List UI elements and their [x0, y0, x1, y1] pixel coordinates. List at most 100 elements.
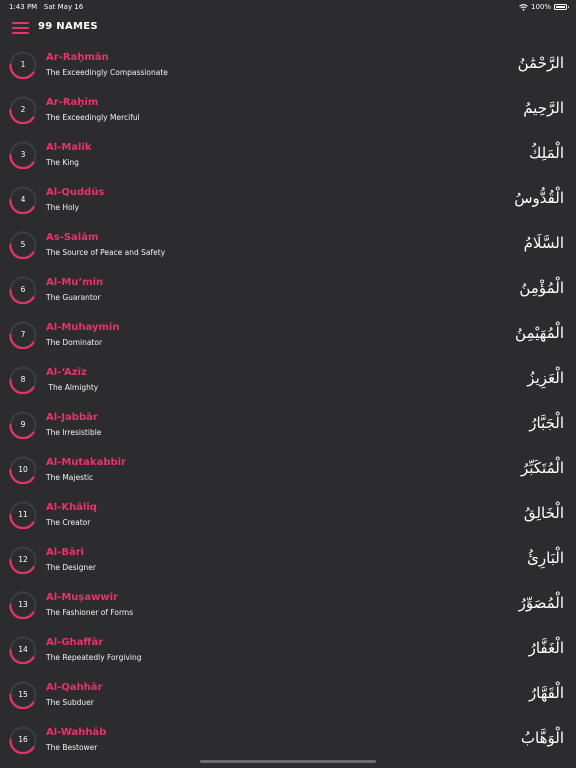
list-item[interactable]: 3 Al-Malik The King الْمَلِكُ: [0, 132, 576, 177]
name-number: 3: [20, 150, 26, 159]
name-meaning: The Holy: [46, 203, 80, 212]
name-number: 15: [18, 690, 28, 699]
name-number: 14: [18, 645, 28, 654]
name-number: 4: [20, 195, 26, 204]
status-date: Sat May 16: [43, 3, 84, 11]
arabic-calligraphy: الْقَهَّارُ: [528, 684, 564, 702]
name-meaning: The Fashioner of Forms: [46, 608, 134, 617]
name-number: 9: [20, 420, 26, 429]
number-ring-icon: 13: [9, 591, 37, 619]
name-meaning: The Exceedingly Compassionate: [46, 68, 168, 77]
number-ring-icon: 3: [9, 141, 37, 169]
battery-percent: 100%: [530, 3, 551, 11]
arabic-calligraphy: الرَّحْمَٰنُ: [517, 54, 564, 72]
name-transliteration: Al-Qahhār: [46, 682, 103, 693]
name-meaning: The King: [46, 158, 79, 167]
name-number: 16: [18, 735, 28, 744]
name-meaning: The Source of Peace and Safety: [46, 248, 166, 257]
number-ring-icon: 11: [9, 501, 37, 529]
number-ring-icon: 6: [9, 276, 37, 304]
name-meaning: The Designer: [46, 563, 96, 572]
list-item[interactable]: 16 Al-Wahhāb The Bestower الْوَهَّابُ: [0, 717, 576, 762]
name-transliteration: As-Salām: [46, 232, 99, 243]
name-transliteration: Ar-Raḥīm: [46, 97, 99, 108]
name-transliteration: Al-Quddūs: [46, 187, 105, 198]
name-meaning: The Majestic: [46, 473, 94, 482]
list-item[interactable]: 7 Al-Muhaymin The Dominator الْمُهَيْمِنُ: [0, 312, 576, 357]
number-ring-icon: 1: [9, 51, 37, 79]
list-item[interactable]: 12 Al-Bāri The Designer الْبَارِئُ: [0, 537, 576, 582]
list-item[interactable]: 15 Al-Qahhār The Subduer الْقَهَّارُ: [0, 672, 576, 717]
name-transliteration: Al-Mu’min: [46, 277, 104, 288]
status-time: 1:43 PM Sat May 16: [9, 3, 83, 11]
hamburger-menu-icon[interactable]: [12, 22, 29, 34]
list-item[interactable]: 13 Al-Muṣawwir The Fashioner of Forms الْمُ…: [0, 582, 576, 627]
name-number: 8: [20, 375, 26, 384]
name-number: 10: [18, 465, 28, 474]
arabic-calligraphy: الْبَارِئُ: [527, 549, 564, 567]
list-item[interactable]: 4 Al-Quddūs The Holy الْقُدُّوسُ: [0, 177, 576, 222]
number-ring-icon: 16: [9, 726, 37, 754]
home-indicator[interactable]: [200, 760, 376, 763]
list-item[interactable]: 2 Ar-Raḥīm The Exceedingly Merciful الرَّحِ…: [0, 87, 576, 132]
name-meaning: The Almighty: [46, 383, 99, 392]
arabic-calligraphy: السَّلَامُ: [523, 234, 564, 252]
name-number: 2: [20, 105, 26, 114]
arabic-calligraphy: الْعَزِيزُ: [527, 369, 564, 387]
name-meaning: The Repeatedly Forgiving: [46, 653, 142, 662]
name-number: 1: [20, 60, 26, 69]
name-transliteration: Al-Jabbār: [46, 412, 98, 423]
name-number: 5: [20, 240, 26, 249]
number-ring-icon: 7: [9, 321, 37, 349]
name-number: 12: [18, 555, 28, 564]
arabic-calligraphy: الْوَهَّابُ: [520, 729, 564, 747]
number-ring-icon: 10: [9, 456, 37, 484]
name-meaning: The Irresistible: [46, 428, 102, 437]
status-clock: 1:43 PM: [9, 3, 38, 11]
number-ring-icon: 5: [9, 231, 37, 259]
name-transliteration: Al-‘Azīz: [46, 367, 87, 378]
list-item[interactable]: 6 Al-Mu’min The Guarantor الْمُؤْمِنُ: [0, 267, 576, 312]
name-meaning: The Guarantor: [46, 293, 101, 302]
name-transliteration: Al-Mutakabbir: [46, 457, 126, 468]
list-item[interactable]: 8 Al-‘Azīz The Almighty الْعَزِيزُ: [0, 357, 576, 402]
name-meaning: The Dominator: [46, 338, 103, 347]
arabic-calligraphy: الْمُهَيْمِنُ: [515, 324, 564, 342]
arabic-calligraphy: الْخَالِقُ: [523, 504, 564, 522]
arabic-calligraphy: الْمُتَكَبِّرُ: [520, 459, 564, 477]
list-item[interactable]: 11 Al-Khāliq The Creator الْخَالِقُ: [0, 492, 576, 537]
arabic-calligraphy: الْغَفَّارُ: [528, 639, 564, 657]
list-item[interactable]: 1 Ar-Raḥmān The Exceedingly Compassionate ا…: [0, 42, 576, 87]
nav-bar: 99 NAMES: [0, 14, 576, 44]
arabic-calligraphy: الْقُدُّوسُ: [514, 189, 564, 207]
arabic-calligraphy: الْجَبَّارُ: [529, 414, 564, 432]
name-transliteration: Al-Ghaffār: [46, 637, 104, 648]
number-ring-icon: 9: [9, 411, 37, 439]
battery-icon: [554, 4, 569, 10]
list-item[interactable]: 9 Al-Jabbār The Irresistible الْجَبَّارُ: [0, 402, 576, 447]
number-ring-icon: 8: [9, 366, 37, 394]
status-bar: 1:43 PM Sat May 16 100%: [0, 0, 576, 14]
name-transliteration: Al-Wahhāb: [46, 727, 107, 738]
wifi-icon: [519, 3, 528, 11]
list-item[interactable]: 10 Al-Mutakabbir The Majestic الْمُتَكَبِّر…: [0, 447, 576, 492]
names-list: 1 Ar-Raḥmān The Exceedingly Compassionate ا…: [0, 42, 576, 762]
number-ring-icon: 4: [9, 186, 37, 214]
name-transliteration: Al-Bāri: [46, 547, 85, 558]
name-meaning: The Creator: [46, 518, 91, 527]
name-meaning: The Subduer: [46, 698, 94, 707]
status-indicators: 100%: [519, 3, 569, 11]
number-ring-icon: 12: [9, 546, 37, 574]
arabic-calligraphy: الرَّحِيمُ: [523, 99, 564, 117]
list-item[interactable]: 5 As-Salām The Source of Peace and Safety ا…: [0, 222, 576, 267]
number-ring-icon: 15: [9, 681, 37, 709]
name-number: 7: [20, 330, 26, 339]
number-ring-icon: 2: [9, 96, 37, 124]
name-number: 13: [18, 600, 28, 609]
number-ring-icon: 14: [9, 636, 37, 664]
arabic-calligraphy: الْمَلِكُ: [528, 144, 564, 162]
name-meaning: The Bestower: [46, 743, 98, 752]
list-item[interactable]: 14 Al-Ghaffār The Repeatedly Forgiving الْغ…: [0, 627, 576, 672]
name-transliteration: Al-Muhaymin: [46, 322, 120, 333]
name-number: 11: [18, 510, 28, 519]
